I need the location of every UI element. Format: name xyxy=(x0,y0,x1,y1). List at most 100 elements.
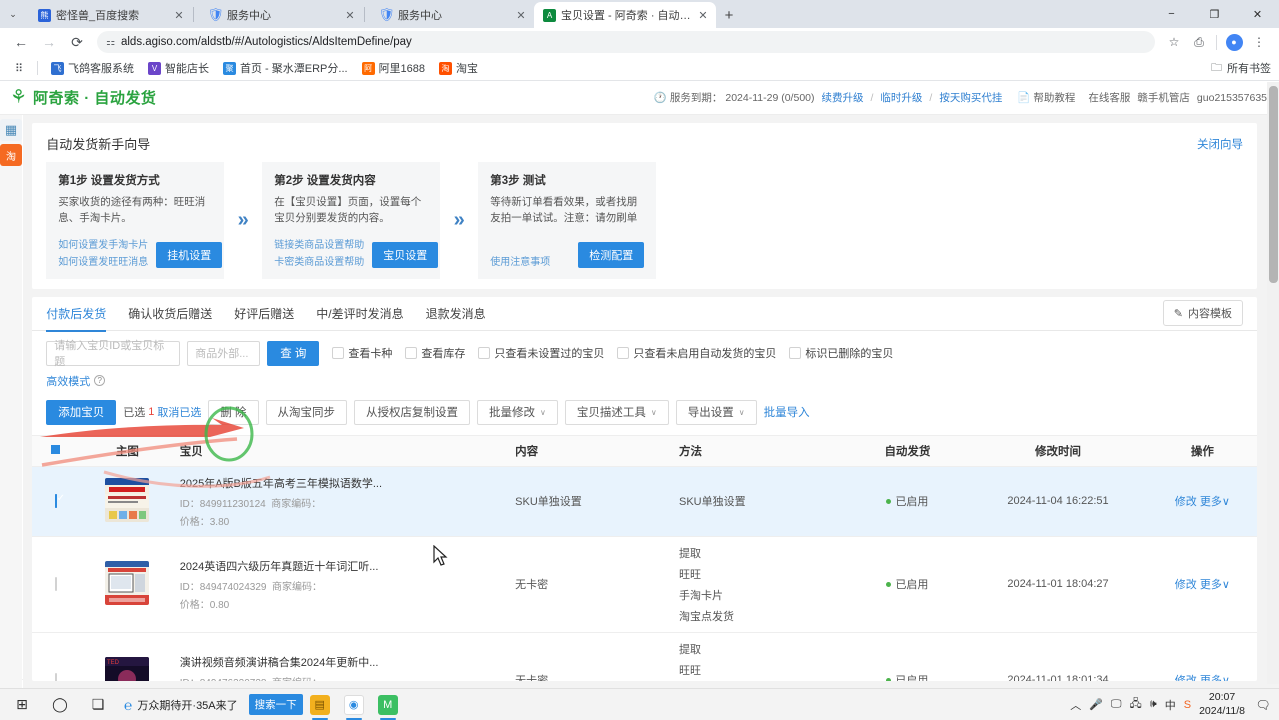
online-support-label[interactable]: 在线客服 xyxy=(1088,90,1130,105)
filter-checkbox-autodelivery-disabled[interactable]: 只查看未启用自动发货的宝贝 xyxy=(617,345,776,361)
row-checkbox[interactable] xyxy=(55,577,57,591)
page-scrollbar-thumb[interactable] xyxy=(1269,86,1278,283)
checkbox[interactable] xyxy=(332,347,344,359)
file-explorer-icon[interactable]: ▤ xyxy=(303,689,337,720)
chevron-up-icon[interactable]: ︿ xyxy=(1070,697,1081,713)
item-desc-tool-button[interactable]: 宝贝描述工具 ∨ xyxy=(565,400,669,425)
network-icon[interactable]: 🖧 xyxy=(1130,695,1142,714)
account-label[interactable]: guo215357635 xyxy=(1197,92,1267,104)
back-button[interactable]: ← xyxy=(8,29,34,55)
screen-icon[interactable]: 🖵 xyxy=(1111,698,1122,711)
renew-upgrade-link[interactable]: 续费升级 xyxy=(822,90,864,105)
bookmark-item[interactable]: V 智能店长 xyxy=(142,58,215,78)
wizard-help-link[interactable]: 链接类商品设置帮助 xyxy=(274,236,364,251)
ime-icon[interactable]: 中 xyxy=(1165,697,1176,713)
row-checkbox[interactable] xyxy=(55,494,57,508)
sogou-icon[interactable]: S xyxy=(1184,699,1191,711)
brand[interactable]: ⚘ 阿奇索 · 自动发货 xyxy=(10,87,156,108)
browser-tab[interactable]: 🛡 服务中心 ✕ xyxy=(195,2,363,28)
browser-tab[interactable]: 熊 密怪兽_百度搜索 ✕ xyxy=(24,2,192,28)
qr-icon[interactable]: ▦ xyxy=(0,119,22,141)
chrome-icon[interactable]: ◉ xyxy=(337,689,371,720)
filter-checkbox-card-type[interactable]: 查看卡种 xyxy=(332,345,392,361)
check-config-button[interactable]: 检测配置 xyxy=(578,242,644,268)
checkbox[interactable] xyxy=(789,347,801,359)
item-title[interactable]: 2024英语四六级历年真题近十年词汇听... xyxy=(180,558,511,574)
cancel-selection-link[interactable]: 取消已选 xyxy=(157,404,201,420)
daily-purchase-link[interactable]: 按天购买代挂 xyxy=(939,90,1002,105)
news-widget[interactable]: ℮ 万众期待开·35A来了 xyxy=(117,692,245,718)
tab-refund-message[interactable]: 退款发消息 xyxy=(426,295,486,331)
menu-icon[interactable]: ⋮ xyxy=(1247,30,1271,54)
search-circle-icon[interactable]: ◯ xyxy=(41,689,79,720)
filter-checkbox-unconfigured[interactable]: 只查看未设置过的宝贝 xyxy=(478,345,604,361)
more-link[interactable]: 更多∨ xyxy=(1200,675,1230,681)
temp-upgrade-link[interactable]: 临时升级 xyxy=(880,90,922,105)
hangup-settings-button[interactable]: 挂机设置 xyxy=(156,242,222,268)
item-settings-button[interactable]: 宝贝设置 xyxy=(372,242,438,268)
taobao-icon[interactable]: 淘 xyxy=(0,144,22,166)
checkbox[interactable] xyxy=(405,347,417,359)
page-scrollbar[interactable] xyxy=(1267,82,1279,684)
tab-confirm-receipt-gift[interactable]: 确认收货后赠送 xyxy=(128,295,212,331)
table-row[interactable]: TED 演讲视频音频演讲稿合集2024年更新中... ID：8494763207… xyxy=(32,632,1257,681)
search-chip[interactable]: 搜索一下 xyxy=(249,694,303,715)
items-table-scroll[interactable]: 主图 宝贝 内容 方法 自动发货 修改时间 操作 xyxy=(32,435,1257,681)
select-all-header[interactable] xyxy=(32,435,79,466)
wechat-work-icon[interactable]: M xyxy=(371,689,405,720)
checkbox[interactable] xyxy=(478,347,490,359)
row-select-cell[interactable] xyxy=(32,466,79,536)
wizard-help-link[interactable]: 卡密类商品设置帮助 xyxy=(274,253,364,268)
bookmark-item[interactable]: 聚 首页 - 聚水潭ERP分... xyxy=(217,58,354,78)
address-bar[interactable]: ⚏ alds.agiso.com/aldstb/#/Autologistics/… xyxy=(97,31,1155,53)
bookmark-item[interactable]: 阿 阿里1688 xyxy=(356,58,431,78)
close-icon[interactable]: ✕ xyxy=(514,8,528,22)
question-icon[interactable]: ? xyxy=(94,375,105,386)
reload-button[interactable]: ⟳ xyxy=(64,29,90,55)
copy-from-store-button[interactable]: 从授权店复制设置 xyxy=(354,400,470,425)
clock[interactable]: 20:07 2024/11/8 xyxy=(1199,691,1245,717)
filter-checkbox-mark-deleted[interactable]: 标识已删除的宝贝 xyxy=(789,345,893,361)
maximize-button[interactable]: ❐ xyxy=(1193,0,1236,28)
tab-good-review-gift[interactable]: 好评后赠送 xyxy=(234,295,294,331)
wizard-help-link[interactable]: 如何设置发手淘卡片 xyxy=(58,236,148,251)
checkbox[interactable] xyxy=(617,347,629,359)
apps-grid-icon[interactable]: ⠿ xyxy=(8,58,30,78)
tab-list-chevron-icon[interactable]: ⌄ xyxy=(2,0,24,28)
filter-checkbox-stock[interactable]: 查看库存 xyxy=(405,345,465,361)
star-icon[interactable]: ☆ xyxy=(1162,30,1186,54)
notification-icon[interactable]: 🗨 xyxy=(1253,695,1273,715)
close-window-button[interactable]: ✕ xyxy=(1236,0,1279,28)
task-view-icon[interactable]: ❏ xyxy=(79,689,117,720)
browser-tab[interactable]: 🛡 服务中心 ✕ xyxy=(366,2,534,28)
query-button[interactable]: 查 询 xyxy=(267,341,319,366)
mic-icon[interactable]: 🎤 xyxy=(1089,698,1103,711)
row-select-cell[interactable] xyxy=(32,536,79,632)
bookmark-item[interactable]: 淘 淘宝 xyxy=(433,58,484,78)
browser-tab-active[interactable]: A 宝贝设置 - 阿奇索 · 自动发货 ✕ xyxy=(534,2,716,28)
add-item-button[interactable]: 添加宝贝 xyxy=(46,400,116,425)
profile-icon[interactable]: ● xyxy=(1222,30,1246,54)
help-tutorial[interactable]: 📄 帮助教程 xyxy=(1017,90,1075,105)
item-title[interactable]: 2025年A版B版五年高考三年模拟语数学... xyxy=(180,475,511,491)
close-icon[interactable]: ✕ xyxy=(696,8,710,22)
edit-link[interactable]: 修改 xyxy=(1175,496,1197,508)
mobile-store-label[interactable]: 赣手机管店 xyxy=(1137,90,1190,105)
minimize-button[interactable]: − xyxy=(1150,0,1193,28)
all-bookmarks-button[interactable]: 🗀 所有书签 xyxy=(1211,59,1271,78)
edit-link[interactable]: 修改 xyxy=(1175,675,1197,681)
item-title[interactable]: 演讲视频音频演讲稿合集2024年更新中... xyxy=(180,654,511,670)
wizard-help-link[interactable]: 如何设置发旺旺消息 xyxy=(58,253,148,268)
site-settings-icon[interactable]: ⚏ xyxy=(106,37,114,48)
bookmark-item[interactable]: 飞 飞鸽客服系统 xyxy=(45,58,140,78)
sync-taobao-button[interactable]: 从淘宝同步 xyxy=(266,400,348,425)
windows-icon[interactable]: ⊞ xyxy=(3,689,41,720)
efficient-mode-link[interactable]: 高效模式 xyxy=(46,373,90,389)
close-wizard-link[interactable]: 关闭向导 xyxy=(1197,136,1243,152)
forward-button[interactable]: → xyxy=(36,29,62,55)
table-row[interactable]: 2024英语四六级历年真题近十年词汇听... ID：849474024329 商… xyxy=(32,536,1257,632)
outer-code-input[interactable]: 商品外部... xyxy=(187,341,260,366)
export-settings-button[interactable]: 导出设置 ∨ xyxy=(676,400,757,425)
batch-modify-button[interactable]: 批量修改 ∨ xyxy=(477,400,558,425)
row-checkbox[interactable] xyxy=(55,673,57,681)
